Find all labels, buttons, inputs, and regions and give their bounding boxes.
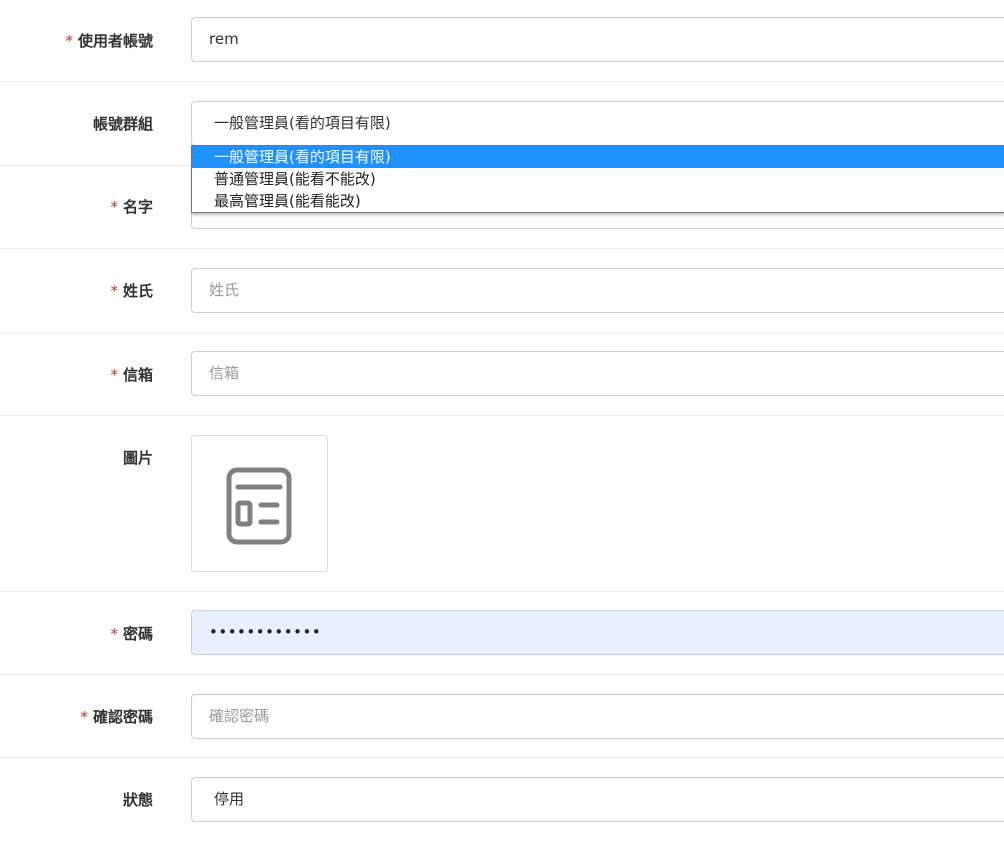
confirm-password-input[interactable]: 確認密碼 [191,694,1004,739]
status-select[interactable]: 停用 [191,777,1004,822]
confirm-password-label: * 確認密碼 [80,708,153,726]
email-input[interactable]: 信箱 [191,351,1004,396]
account-group-option[interactable]: 一般管理員(看的項目有限) [192,146,1004,168]
row-last-name: * 姓氏 姓氏 [0,249,1004,333]
account-group-select[interactable]: 一般管理員(看的項目有限) [191,101,1004,146]
row-confirm-password: * 確認密碼 確認密碼 [0,675,1004,758]
row-image: 圖片 [0,416,1004,592]
username-input[interactable]: rem [191,17,1004,62]
required-mark: * [110,366,118,384]
account-group-option[interactable]: 普通管理員(能看不能改) [192,168,1004,190]
account-group-dropdown: 一般管理員(看的項目有限) 普通管理員(能看不能改) 最高管理員(能看能改) [191,145,1004,213]
required-mark: * [110,625,118,643]
last-name-label: * 姓氏 [110,282,153,300]
password-label: * 密碼 [110,625,153,643]
required-mark: * [110,198,118,216]
image-placeholder-icon [226,467,292,545]
last-name-input[interactable]: 姓氏 [191,268,1004,313]
account-group-label: 帳號群組 [92,115,153,133]
email-label: * 信箱 [110,366,153,384]
row-username: * 使用者帳號 rem [0,0,1004,82]
image-label: 圖片 [122,449,153,467]
row-status: 狀態 停用 [0,758,1004,846]
image-upload[interactable] [191,435,328,572]
status-label: 狀態 [122,791,153,809]
user-form: * 使用者帳號 rem 帳號群組 一般管理員(看的項目有限) * 名字 * 姓氏 姓氏… [0,0,1004,846]
password-input[interactable]: •••••••••••• [191,610,1004,655]
required-mark: * [65,32,73,50]
row-email: * 信箱 信箱 [0,333,1004,416]
account-group-option[interactable]: 最高管理員(能看能改) [192,190,1004,212]
row-password: * 密碼 •••••••••••• [0,592,1004,675]
username-label: * 使用者帳號 [65,32,153,50]
required-mark: * [80,708,88,726]
first-name-label: * 名字 [110,198,153,216]
required-mark: * [110,282,118,300]
